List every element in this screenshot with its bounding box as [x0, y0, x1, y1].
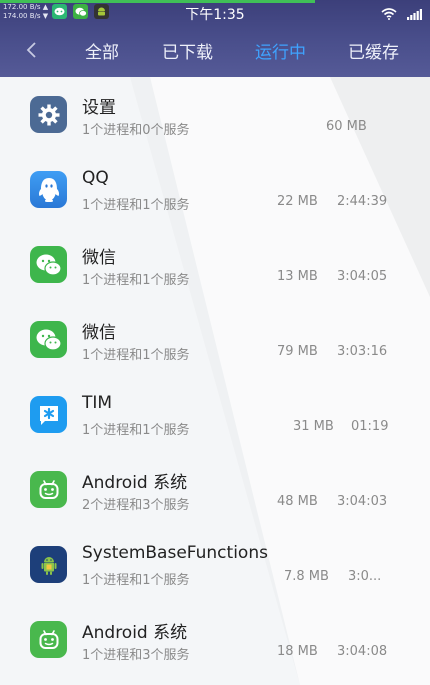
app-memory: 7.8 MB: [284, 569, 329, 584]
app-process-info: 1个进程和1个服务: [82, 273, 190, 288]
wechat-icon: [30, 321, 67, 358]
app-name: SystemBaseFunctions: [82, 543, 268, 563]
android-system-icon: [30, 471, 67, 508]
app-name: QQ: [82, 168, 109, 188]
wifi-icon: [381, 5, 397, 24]
app-name: Android 系统: [82, 473, 188, 493]
settings-gear-icon: [30, 96, 67, 133]
app-process-info: 1个进程和3个服务: [82, 648, 190, 663]
app-memory: 13 MB: [277, 269, 318, 284]
app-memory: 79 MB: [277, 344, 318, 359]
tab-bar: 全部 已下载 运行中 已缓存: [0, 28, 430, 70]
app-running-time: 3:04:08: [337, 644, 388, 659]
app-process-info: 1个进程和0个服务: [82, 123, 190, 138]
tab-cached[interactable]: 已缓存: [348, 38, 399, 63]
header: 172.00 B/s ▲ 174.00 B/s ▼ 下午1:35 全部 已下载 …: [0, 0, 430, 77]
back-button[interactable]: [20, 38, 44, 62]
app-running-time: 3:0...: [348, 569, 382, 584]
list-item[interactable]: Android 系统 1个进程和3个服务 18 MB 3:04:08: [0, 602, 430, 677]
back-arrow-icon: [26, 42, 36, 58]
app-running-time: 3:03:16: [337, 344, 388, 359]
list-item[interactable]: 微信 1个进程和1个服务 79 MB 3:03:16: [0, 302, 430, 377]
app-process-info: 1个进程和1个服务: [82, 423, 190, 438]
app-name: 微信: [82, 248, 116, 268]
wechat-icon: [30, 246, 67, 283]
app-memory: 48 MB: [277, 494, 318, 509]
android-system-icon: [30, 621, 67, 658]
tab-downloaded[interactable]: 已下载: [162, 38, 213, 63]
app-running-time: 3:04:05: [337, 269, 388, 284]
qq-icon: [30, 171, 67, 208]
tab-all[interactable]: 全部: [85, 38, 119, 63]
app-process-info: 1个进程和1个服务: [82, 348, 190, 363]
status-clock: 下午1:35: [185, 7, 245, 23]
running-app-list: 设置 1个进程和0个服务 60 MB QQ 1个进程和1个服务 22 MB 2:…: [0, 77, 430, 685]
app-name: 微信: [82, 323, 116, 343]
app-process-info: 1个进程和1个服务: [82, 573, 190, 588]
system-base-functions-icon: [30, 546, 67, 583]
tab-running[interactable]: 运行中: [255, 38, 306, 63]
app-name: TIM: [82, 393, 113, 413]
app-name: Android 系统: [82, 623, 188, 643]
list-item[interactable]: TIM 1个进程和1个服务 31 MB 01:19: [0, 377, 430, 452]
list-item[interactable]: 微信 1个进程和1个服务 13 MB 3:04:05: [0, 227, 430, 302]
list-item[interactable]: QQ 1个进程和1个服务 22 MB 2:44:39: [0, 152, 430, 227]
app-running-time: 2:44:39: [337, 194, 388, 209]
app-memory: 22 MB: [277, 194, 318, 209]
status-bar: 172.00 B/s ▲ 174.00 B/s ▼ 下午1:35: [0, 0, 430, 24]
list-item[interactable]: Android 系统 2个进程和3个服务 48 MB 3:04:03: [0, 452, 430, 527]
app-memory: 60 MB: [326, 119, 367, 134]
app-process-info: 2个进程和3个服务: [82, 498, 190, 513]
list-item[interactable]: 设置 1个进程和0个服务 60 MB: [0, 77, 430, 152]
app-process-info: 1个进程和1个服务: [82, 198, 190, 213]
tim-icon: [30, 396, 67, 433]
app-running-time: 01:19: [351, 419, 389, 434]
app-memory: 31 MB: [293, 419, 334, 434]
list-item[interactable]: SystemBaseFunctions 1个进程和1个服务 7.8 MB 3:0…: [0, 527, 430, 602]
app-running-time: 3:04:03: [337, 494, 388, 509]
signal-icon: [407, 5, 422, 24]
app-memory: 18 MB: [277, 644, 318, 659]
app-name: 设置: [82, 98, 116, 118]
system-icons: [381, 5, 422, 24]
